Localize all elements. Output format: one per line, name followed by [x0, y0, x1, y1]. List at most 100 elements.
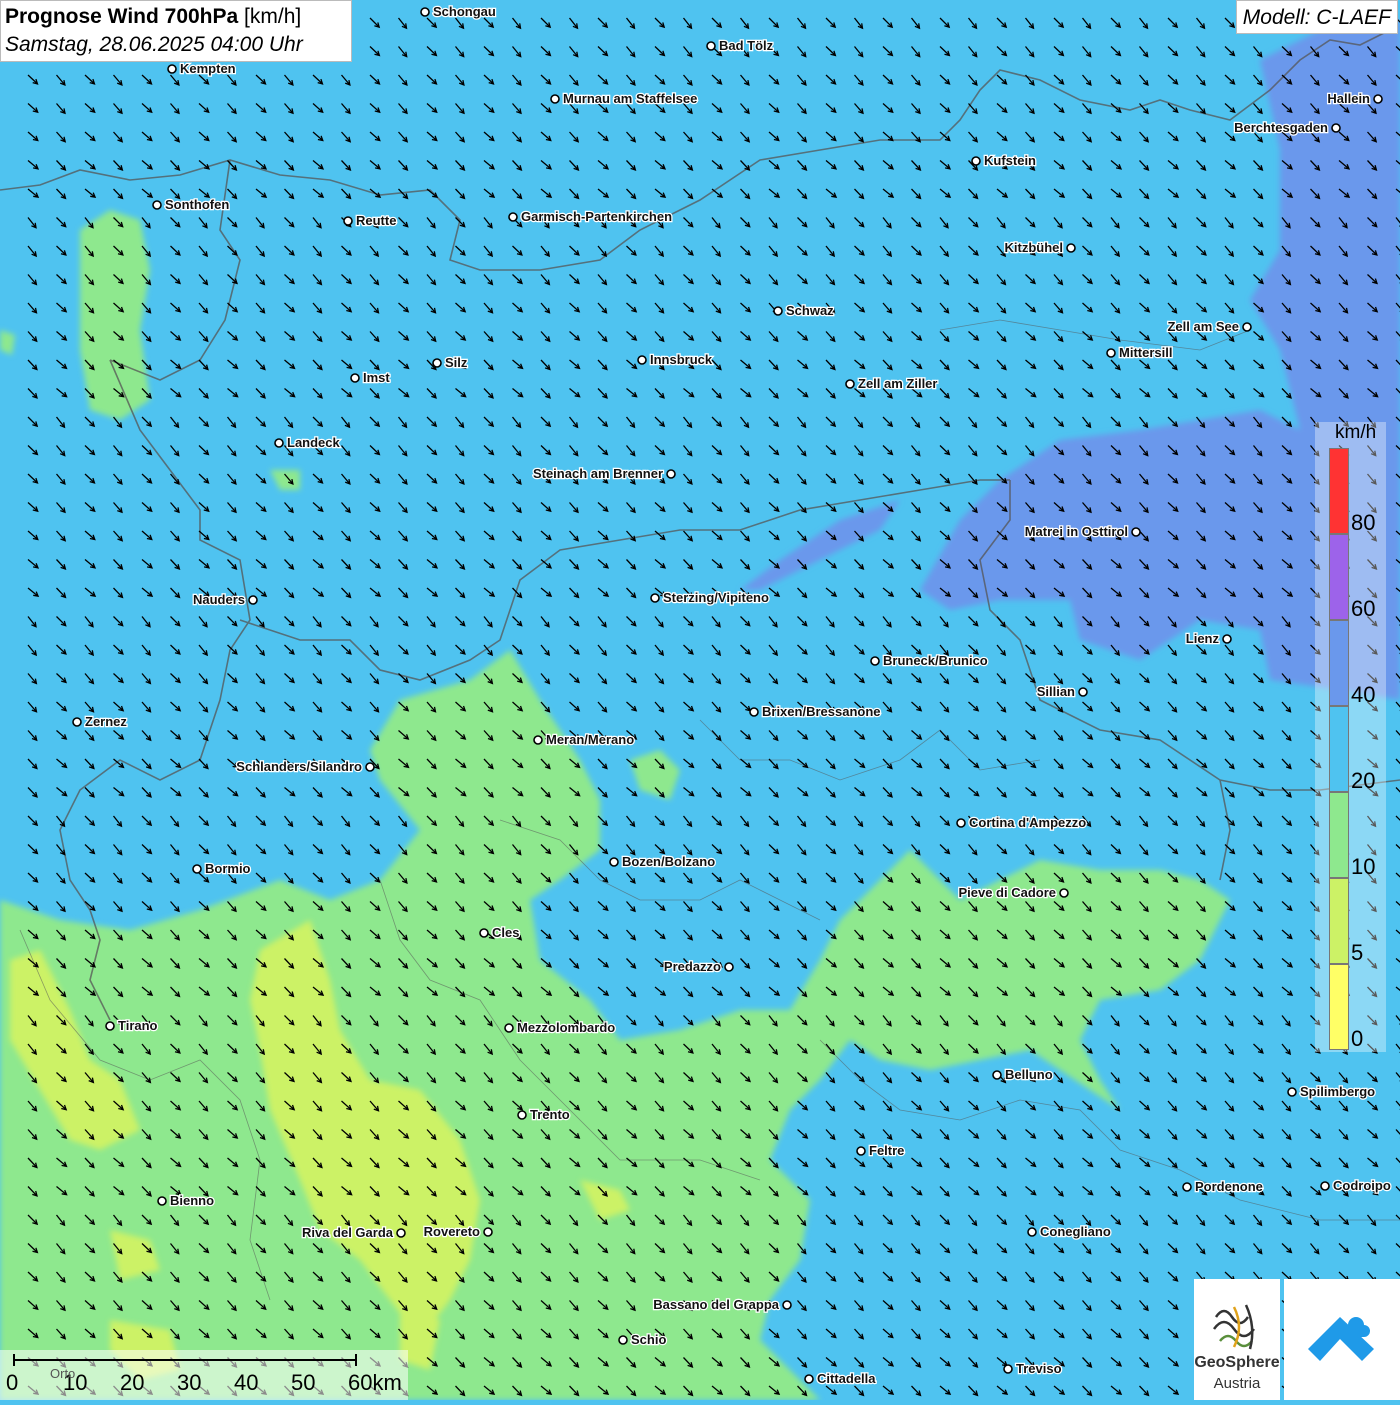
wind-map: Schongau Bad Tölz Kempten Murnau am Staffel…: [0, 0, 1400, 1400]
city-dot: [609, 857, 619, 867]
scale-label: 30: [177, 1370, 202, 1395]
city-label: Schlanders/Silandro: [236, 759, 362, 774]
city-zell-am-ziller: Zell am Ziller: [845, 375, 939, 392]
city-dot: [1373, 94, 1383, 104]
city-dot: [192, 864, 202, 874]
city-label: Nauders: [193, 592, 245, 607]
city-dot: [248, 595, 258, 605]
city-label: Riva del Garda: [302, 1225, 394, 1240]
city-label: Schwaz: [786, 303, 834, 318]
city-label: Murnau am Staffelsee: [563, 91, 697, 106]
legend-label: 10: [1351, 854, 1376, 879]
city-label: Pieve di Cadore: [958, 885, 1056, 900]
city-label: Schio: [631, 1332, 666, 1347]
map-unit: [km/h]: [244, 5, 302, 28]
city-label: Conegliano: [1040, 1224, 1111, 1239]
city-label: Cles: [492, 925, 519, 940]
geosphere-name: GeoSphere: [1194, 1354, 1280, 1371]
scale-label: 0: [6, 1370, 19, 1395]
city-garmisch-partenkirchen: Garmisch-Partenkirchen: [508, 208, 673, 225]
geosphere-logo[interactable]: GeoSphere Austria: [1194, 1279, 1280, 1400]
city-label: Trento: [530, 1107, 570, 1122]
legend-label: 5: [1351, 940, 1364, 965]
city-meran-merano: Meran/Merano: [533, 731, 635, 748]
city-dot: [782, 1300, 792, 1310]
city-zell-am-see: Zell am See: [1166, 318, 1252, 335]
city-label: Feltre: [869, 1143, 904, 1158]
city-dot: [343, 216, 353, 226]
scale-label: 50: [291, 1370, 316, 1395]
city-cortina-d-ampezzo: Cortina d'Ampezzo: [956, 814, 1088, 831]
city-label: Berchtesgaden: [1234, 120, 1328, 135]
city-mezzolombardo: Mezzolombardo: [504, 1019, 617, 1036]
city-label: Zell am Ziller: [858, 376, 937, 391]
legend-label: 80: [1351, 510, 1376, 535]
legend-swatch-40: [1329, 620, 1349, 706]
city-dot: [157, 1196, 167, 1206]
city-dot: [274, 438, 284, 448]
city-label: Bienno: [170, 1193, 214, 1208]
city-label: Lienz: [1186, 631, 1220, 646]
city-label: Bormio: [205, 861, 251, 876]
weather-app-logo[interactable]: [1284, 1279, 1400, 1400]
city-steinach-am-brenner: Steinach am Brenner: [532, 465, 676, 482]
city-dot: [971, 156, 981, 166]
legend-swatch-0: [1329, 964, 1349, 1050]
city-brixen-bressanone: Brixen/Bressanone: [749, 703, 882, 720]
city-innsbruck: Innsbruck: [637, 351, 714, 368]
map-title: Prognose Wind 700hPa: [5, 5, 239, 28]
city-label: Zernez: [85, 714, 127, 729]
legend-label: 20: [1351, 768, 1376, 793]
city-schongau: Schongau: [420, 3, 497, 20]
city-label: Kitzbühel: [1005, 240, 1064, 255]
city-label: Brixen/Bressanone: [762, 704, 881, 719]
city-dot: [365, 762, 375, 772]
city-label: Bozen/Bolzano: [622, 854, 715, 869]
city-label: Garmisch-Partenkirchen: [521, 209, 672, 224]
city-dot: [533, 735, 543, 745]
city-label: Bassano del Grappa: [653, 1297, 779, 1312]
city-label: Imst: [363, 370, 390, 385]
city-dot: [618, 1335, 628, 1345]
city-label: Meran/Merano: [546, 732, 634, 747]
city-dot: [1182, 1182, 1192, 1192]
map-date: Samstag, 28.06.2025 04:00 Uhr: [5, 33, 303, 56]
city-dot: [550, 94, 560, 104]
city-dot: [845, 379, 855, 389]
city-spilimbergo: Spilimbergo: [1287, 1083, 1376, 1100]
city-sterzing-vipiteno: Sterzing/Vipiteno: [650, 589, 770, 606]
city-pordenone: Pordenone: [1182, 1178, 1264, 1195]
city-label: Kempten: [180, 61, 236, 76]
city-dot: [1106, 348, 1116, 358]
city-label: Codroipo: [1333, 1178, 1391, 1193]
city-label: Mezzolombardo: [517, 1020, 615, 1035]
city-label: Bruneck/Brunico: [883, 653, 988, 668]
city-label: Sonthofen: [165, 197, 229, 212]
city-dot: [350, 373, 360, 383]
city-label: Cortina d'Ampezzo: [969, 815, 1086, 830]
city-dot: [804, 1374, 814, 1384]
city-dot: [1003, 1364, 1013, 1374]
city-dot: [666, 469, 676, 479]
title-box: Prognose Wind 700hPa [km/h] Samstag, 28.…: [0, 0, 352, 62]
city-dot: [856, 1146, 866, 1156]
city-dot: [992, 1070, 1002, 1080]
city-dot: [956, 818, 966, 828]
scale-label: 60km: [348, 1370, 402, 1395]
city-dot: [72, 717, 82, 727]
city-dot: [1222, 634, 1232, 644]
city-dot: [1131, 527, 1141, 537]
city-label: Bad Tölz: [719, 38, 774, 53]
weather-app-icon: [1308, 1317, 1374, 1361]
city-dot: [1066, 243, 1076, 253]
city-dot: [650, 593, 660, 603]
city-dot: [167, 64, 177, 74]
city-label: Sillian: [1037, 684, 1075, 699]
city-berchtesgaden: Berchtesgaden: [1233, 119, 1341, 136]
city-dot: [152, 200, 162, 210]
city-label: Mittersill: [1119, 345, 1172, 360]
city-dot: [706, 41, 716, 51]
city-murnau-am-staffelsee: Murnau am Staffelsee: [550, 90, 699, 107]
city-label: Treviso: [1016, 1361, 1062, 1376]
legend-unit: km/h: [1335, 422, 1377, 443]
